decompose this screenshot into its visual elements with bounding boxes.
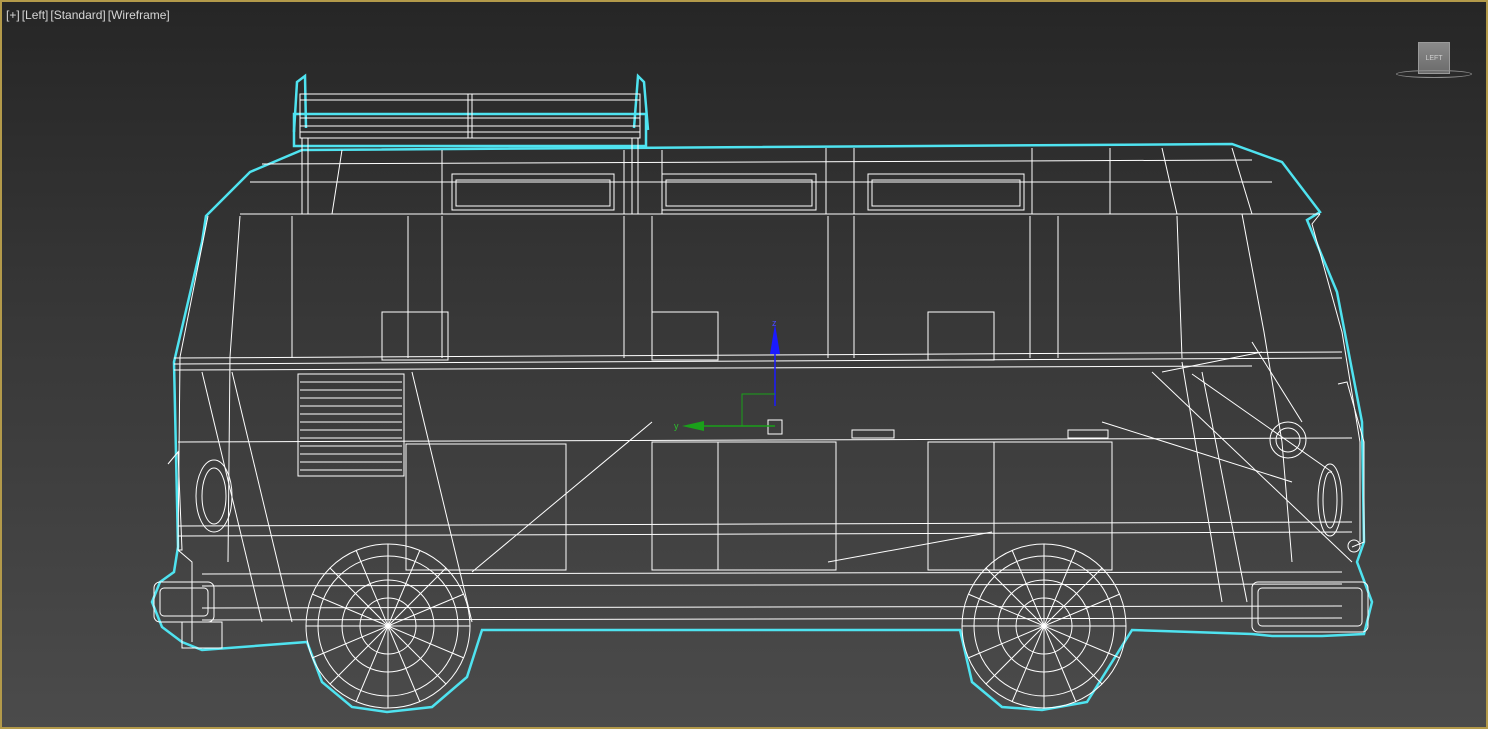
- gizmo-y-label: y: [674, 421, 679, 431]
- gizmo-y-arrow-icon[interactable]: [682, 421, 704, 431]
- gizmo-plane-handle[interactable]: [741, 393, 775, 426]
- rear-wheel: [305, 543, 471, 709]
- gizmo-z-arrow-icon[interactable]: [770, 324, 780, 354]
- gizmo-z-label: z: [772, 318, 777, 328]
- engine-vents: [297, 373, 405, 477]
- transform-gizmo[interactable]: z y: [674, 318, 780, 431]
- wireframe-edges: [153, 93, 1369, 709]
- viewport-left[interactable]: [+] [Left] [Standard] [Wireframe] LEFT z…: [0, 0, 1488, 729]
- front-wheel: [961, 543, 1127, 709]
- van-wireframe-model[interactable]: z y: [2, 2, 1486, 727]
